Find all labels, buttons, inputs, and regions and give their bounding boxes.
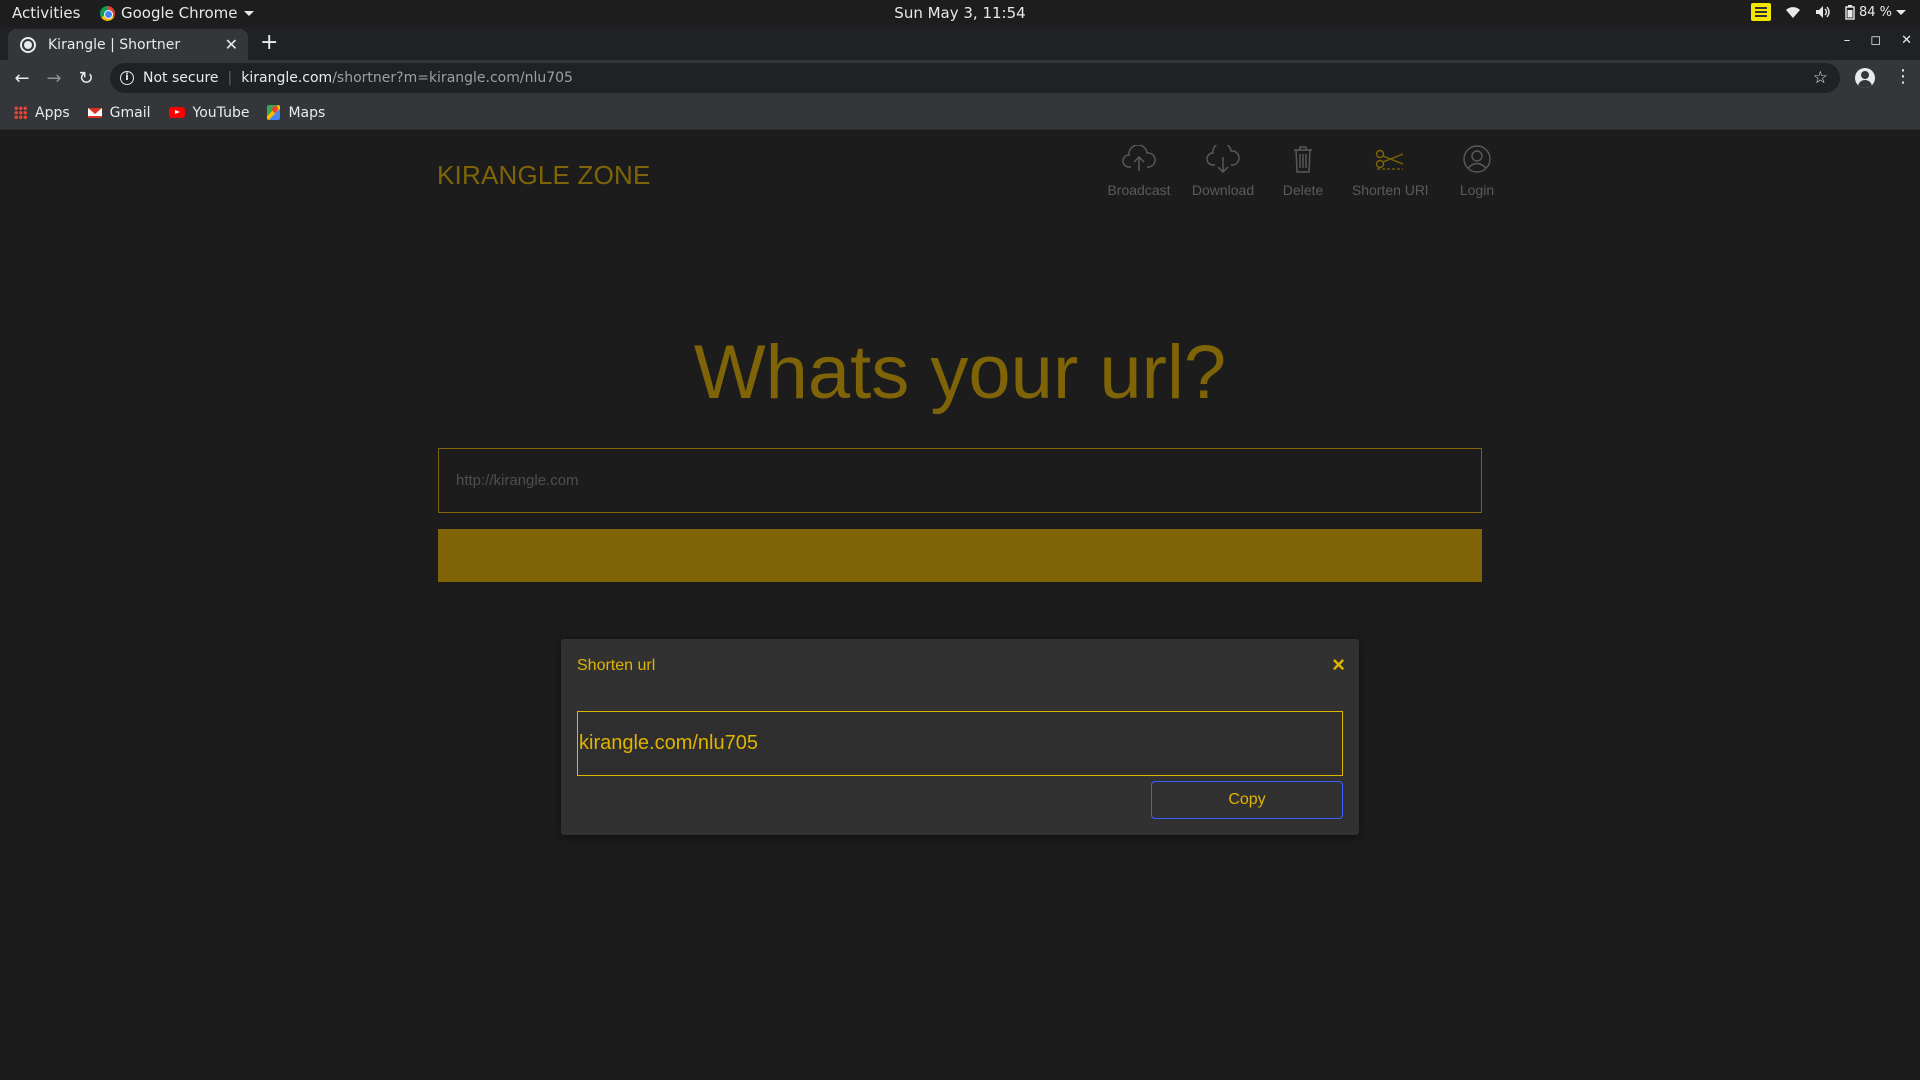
trash-icon <box>1294 146 1312 173</box>
chevron-down-icon <box>243 10 254 16</box>
bookmark-apps[interactable]: Apps <box>14 105 70 121</box>
site-nav: Broadcast Download Delete Shorten URl Lo… <box>1097 145 1515 198</box>
nav-label: Login <box>1459 182 1495 198</box>
nav-login[interactable]: Login <box>1439 145 1515 198</box>
clock[interactable]: Sun May 3, 11:54 <box>894 4 1025 22</box>
divider: | <box>227 70 233 86</box>
bookmark-gmail[interactable]: Gmail <box>87 104 151 121</box>
bookmark-maps[interactable]: Maps <box>267 105 325 121</box>
copy-button[interactable]: Copy <box>1151 781 1343 819</box>
globe-icon <box>20 36 36 53</box>
nav-delete[interactable]: Delete <box>1265 145 1341 198</box>
browser-tab[interactable]: Kirangle | Shortner ✕ <box>8 29 248 60</box>
tab-title: Kirangle | Shortner <box>48 36 181 53</box>
bookmark-label: YouTube <box>192 104 250 121</box>
info-icon[interactable]: i <box>120 71 134 85</box>
kebab-menu-icon[interactable]: ⋮ <box>1894 67 1912 87</box>
user-icon <box>1463 145 1491 173</box>
page-heading: Whats your url? <box>693 330 1227 415</box>
profile-icon[interactable] <box>1855 68 1875 88</box>
nav-broadcast[interactable]: Broadcast <box>1097 145 1181 198</box>
wifi-icon <box>1785 6 1800 18</box>
modal-title: Shorten url <box>577 657 656 674</box>
forward-arrow-icon[interactable]: → <box>38 68 70 89</box>
bookmark-youtube[interactable]: YouTube <box>168 104 250 121</box>
bookmarks-bar: Apps Gmail YouTube Maps <box>0 96 1920 130</box>
app-menu[interactable]: Google Chrome <box>100 4 254 22</box>
minimize-icon[interactable]: – <box>1844 33 1851 48</box>
site-logo[interactable]: KIRANGLE ZONE <box>437 160 651 191</box>
nav-shorten-url[interactable]: Shorten URl <box>1341 145 1439 198</box>
maximize-icon[interactable]: ◻ <box>1870 33 1881 48</box>
chrome-icon <box>100 5 115 21</box>
back-arrow-icon[interactable]: ← <box>6 68 38 89</box>
bookmark-label: Apps <box>35 104 70 121</box>
apps-grid-icon <box>14 106 27 119</box>
bookmark-label: Gmail <box>109 104 151 121</box>
system-top-bar: Activities Google Chrome Sun May 3, 11:5… <box>0 0 1920 27</box>
window-controls: – ◻ ✕ <box>1844 33 1912 48</box>
new-tab-button[interactable]: + <box>260 31 278 55</box>
battery-percent: 84 % <box>1858 4 1892 20</box>
close-window-icon[interactable]: ✕ <box>1901 33 1912 48</box>
address-bar[interactable]: i Not secure | kirangle.com /shortner?m=… <box>110 63 1840 93</box>
activities-button[interactable]: Activities <box>12 4 80 22</box>
close-tab-icon[interactable]: ✕ <box>225 35 238 54</box>
url-path[interactable]: /shortner?m=kirangle.com/nlu705 <box>332 70 573 86</box>
shorten-url-modal: Shorten url × Copy <box>561 639 1359 835</box>
notes-icon[interactable] <box>1750 3 1771 21</box>
app-menu-label: Google Chrome <box>121 4 238 22</box>
shorten-submit-button[interactable] <box>438 529 1482 582</box>
volume-icon <box>1815 6 1830 18</box>
bookmark-star-icon[interactable]: ☆ <box>1813 68 1828 88</box>
battery-icon <box>1845 4 1855 20</box>
url-host[interactable]: kirangle.com <box>241 70 332 86</box>
cloud-download-icon <box>1206 145 1240 173</box>
short-url-field[interactable] <box>577 711 1343 776</box>
nav-label: Shorten URl <box>1351 182 1429 198</box>
reload-icon[interactable]: ↻ <box>70 68 102 89</box>
url-input[interactable] <box>438 448 1482 513</box>
battery-indicator: 84 % <box>1845 4 1906 20</box>
nav-label: Broadcast <box>1107 182 1171 198</box>
browser-toolbar: ← → ↻ i Not secure | kirangle.com /short… <box>0 60 1920 96</box>
tab-strip: Kirangle | Shortner ✕ + – ◻ ✕ <box>0 27 1920 60</box>
system-tray[interactable]: 84 % <box>1750 3 1906 21</box>
chevron-down-icon <box>1896 9 1906 15</box>
bookmark-label: Maps <box>288 104 326 121</box>
maps-icon <box>267 105 281 120</box>
nav-download[interactable]: Download <box>1181 145 1265 198</box>
page-content: KIRANGLE ZONE Broadcast Download Delete … <box>0 131 1920 1080</box>
youtube-icon <box>168 107 185 118</box>
security-label[interactable]: Not secure <box>143 70 219 86</box>
nav-label: Download <box>1191 182 1255 198</box>
nav-label: Delete <box>1282 182 1324 198</box>
scissors-icon <box>1375 149 1404 170</box>
cloud-upload-icon <box>1122 145 1156 171</box>
gmail-icon <box>87 107 102 118</box>
close-icon[interactable]: × <box>1332 654 1345 676</box>
